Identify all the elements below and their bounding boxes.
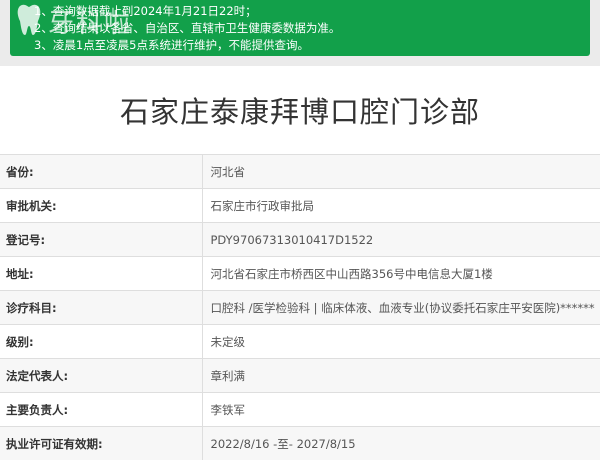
row-label-departments: 诊疗科目: xyxy=(0,291,202,325)
row-label-address: 地址: xyxy=(0,257,202,291)
row-value-legal-representative: 章利满 xyxy=(202,359,600,393)
row-value-province: 河北省 xyxy=(202,155,600,189)
row-label-principal: 主要负责人: xyxy=(0,393,202,427)
row-label-license-validity: 执业许可证有效期: xyxy=(0,427,202,460)
row-value-approval-authority: 石家庄市行政审批局 xyxy=(202,189,600,223)
row-value-license-validity: 2022/8/16 -至- 2027/8/15 xyxy=(202,427,600,460)
notice-line-3: 3、凌晨1点至凌晨5点系统进行维护，不能提供查询。 xyxy=(34,37,590,54)
table-row: 诊疗科目: 口腔科 /医学检验科 | 临床体液、血液专业(协议委托石家庄平安医院… xyxy=(0,291,600,325)
table-row: 登记号: PDY97067313010417D1522 xyxy=(0,223,600,257)
row-value-address: 河北省石家庄市桥西区中山西路356号中电信息大厦1楼 xyxy=(202,257,600,291)
clinic-title: 石家庄泰康拜博口腔门诊部 xyxy=(0,66,600,154)
query-notice-banner: 1、查询数据截止到2024年1月21日22时； 2、查询结果以各省、自治区、直辖… xyxy=(10,0,590,56)
table-row: 法定代表人: 章利满 xyxy=(0,359,600,393)
tooth-icon xyxy=(14,2,44,38)
table-row: 地址: 河北省石家庄市桥西区中山西路356号中电信息大厦1楼 xyxy=(0,257,600,291)
table-row: 省份: 河北省 xyxy=(0,155,600,189)
row-label-province: 省份: xyxy=(0,155,202,189)
notice-line-1: 1、查询数据截止到2024年1月21日22时； xyxy=(34,3,590,20)
row-label-level: 级别: xyxy=(0,325,202,359)
notice-line-2: 2、查询结果以各省、自治区、直辖市卫生健康委数据为准。 xyxy=(34,20,590,37)
row-value-registration-number: PDY97067313010417D1522 xyxy=(202,223,600,257)
clinic-info-table: 省份: 河北省 审批机关: 石家庄市行政审批局 登记号: PDY97067313… xyxy=(0,154,600,460)
row-label-registration-number: 登记号: xyxy=(0,223,202,257)
row-label-approval-authority: 审批机关: xyxy=(0,189,202,223)
table-row: 审批机关: 石家庄市行政审批局 xyxy=(0,189,600,223)
row-value-departments: 口腔科 /医学检验科 | 临床体液、血液专业(协议委托石家庄平安医院)*****… xyxy=(202,291,600,325)
table-row: 执业许可证有效期: 2022/8/16 -至- 2027/8/15 xyxy=(0,427,600,460)
clinic-info-card: 石家庄泰康拜博口腔门诊部 省份: 河北省 审批机关: 石家庄市行政审批局 登记号… xyxy=(0,66,600,453)
table-row: 级别: 未定级 xyxy=(0,325,600,359)
table-row: 主要负责人: 李铁军 xyxy=(0,393,600,427)
row-value-principal: 李铁军 xyxy=(202,393,600,427)
row-label-legal-representative: 法定代表人: xyxy=(0,359,202,393)
row-value-level: 未定级 xyxy=(202,325,600,359)
